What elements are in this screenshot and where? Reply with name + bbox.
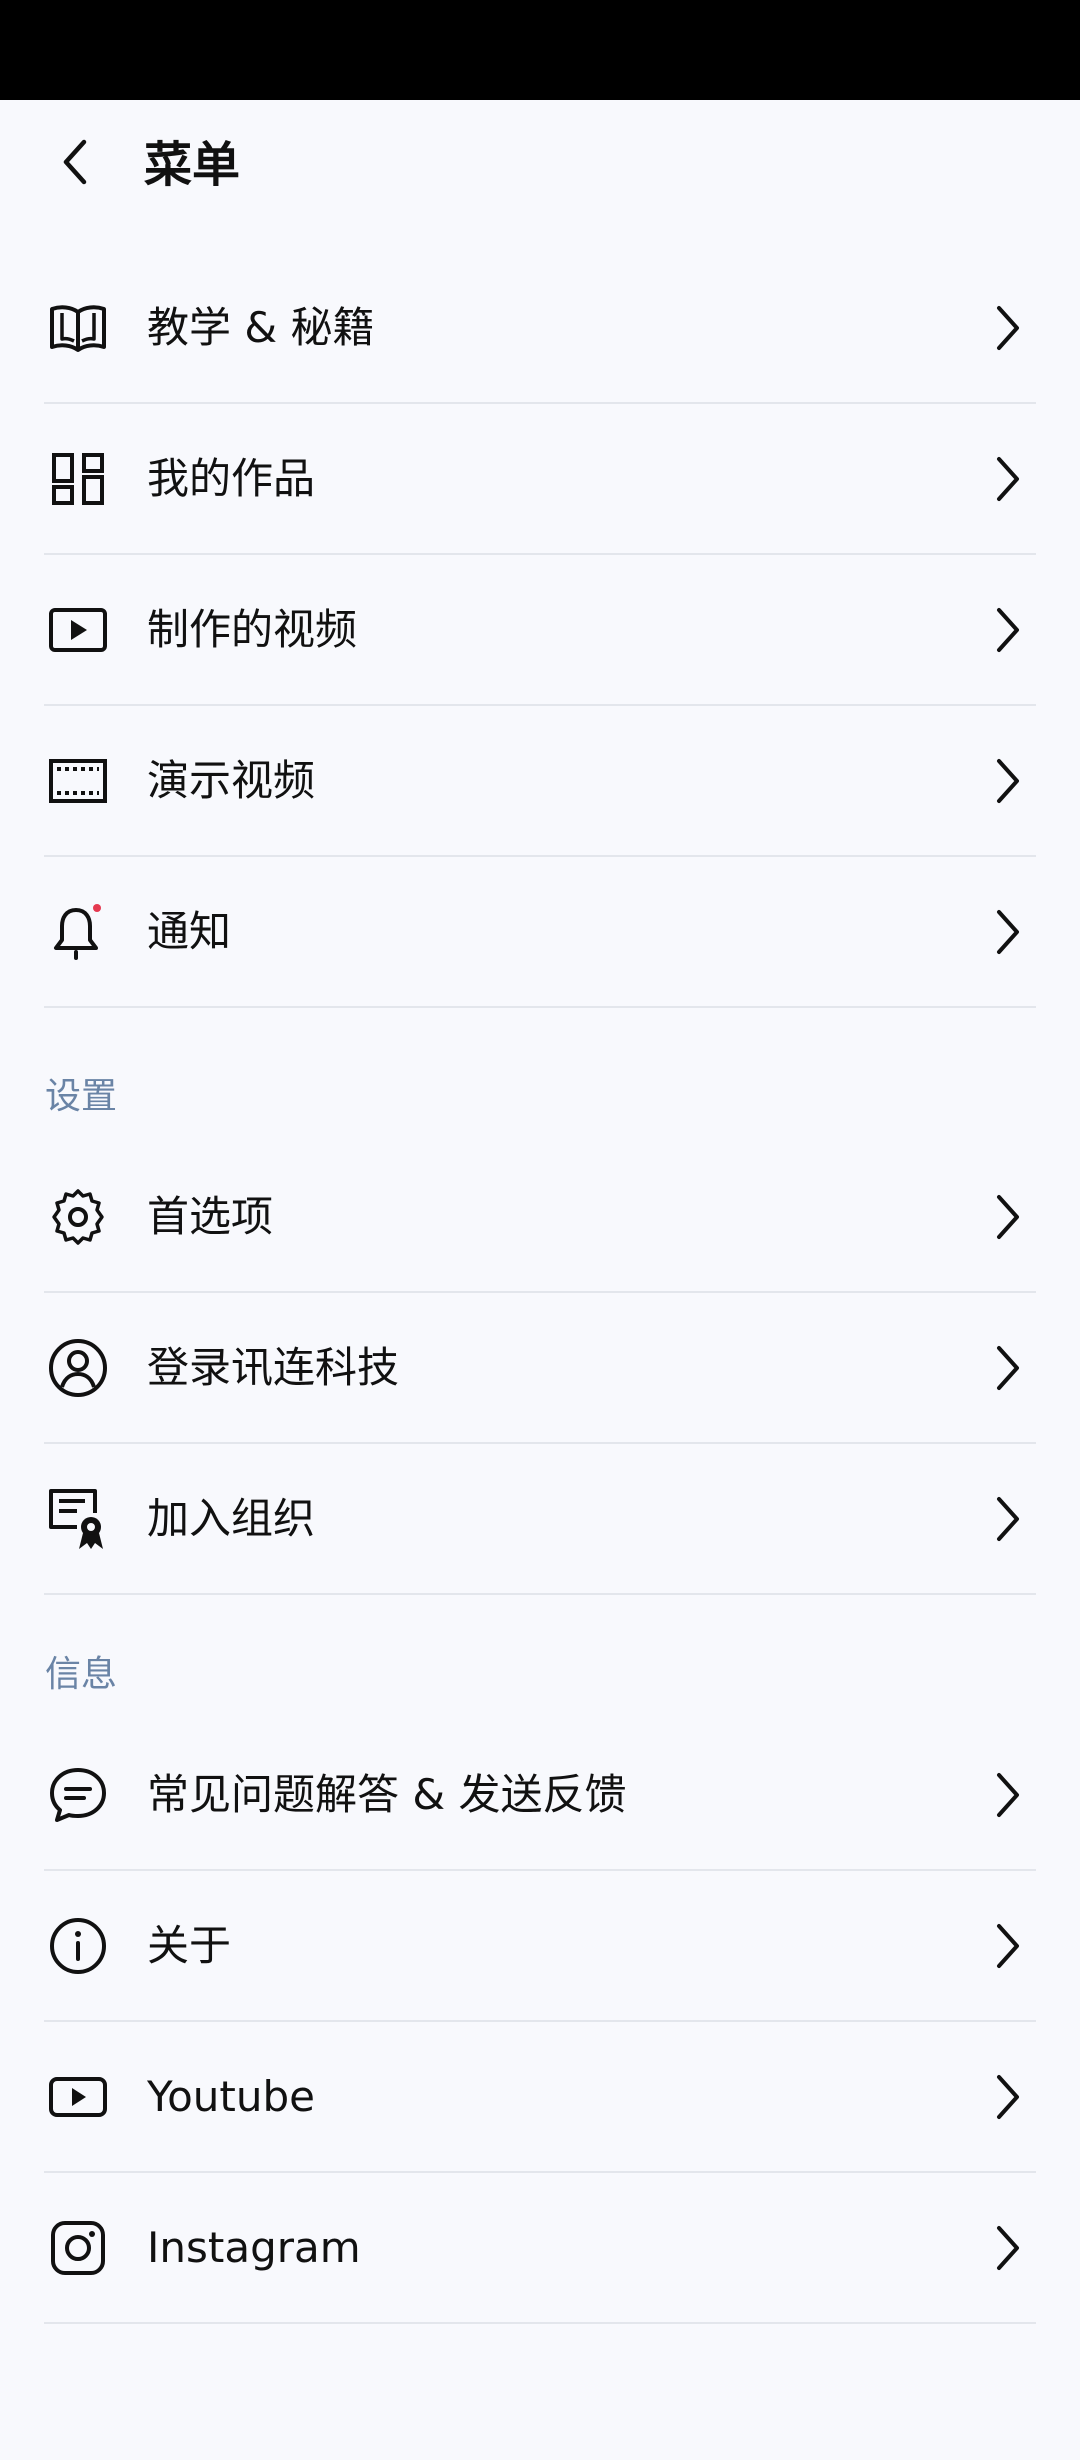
menu-item-label: 教学 & 秘籍 (147, 302, 375, 352)
menu-item-tutorials[interactable]: 教学 & 秘籍 (44, 253, 1036, 404)
user-circle-icon (44, 1334, 112, 1402)
menu-item-my-works[interactable]: 我的作品 (44, 404, 1036, 555)
info-section: 信息 常见问题解答 & 发送反馈 关于 Youtube Instagram (0, 1630, 1080, 2324)
chevron-right-icon (990, 604, 1026, 656)
section-header-info: 信息 (45, 1654, 118, 1695)
instagram-icon (44, 2214, 112, 2282)
page-title: 菜单 (144, 137, 241, 193)
menu-item-label: Youtube (147, 2071, 315, 2121)
section-header-settings: 设置 (45, 1076, 118, 1117)
chat-icon (44, 1761, 112, 1829)
certificate-icon (44, 1485, 112, 1553)
back-button[interactable] (44, 130, 108, 194)
chevron-right-icon (990, 906, 1026, 958)
menu-item-label: 演示视频 (147, 755, 316, 805)
chevron-right-icon (990, 1769, 1026, 1821)
menu-item-preferences[interactable]: 首选项 (44, 1142, 1036, 1293)
menu-item-notifications[interactable]: 通知 (44, 857, 1036, 1008)
menu-item-produced-videos[interactable]: 制作的视频 (44, 555, 1036, 706)
chevron-right-icon (990, 1191, 1026, 1243)
menu-item-demo-videos[interactable]: 演示视频 (44, 706, 1036, 857)
menu-item-label: 通知 (147, 906, 232, 956)
video-play-icon (44, 596, 112, 664)
book-icon (44, 294, 112, 362)
menu-item-label: Instagram (147, 2222, 361, 2272)
menu-item-faq-feedback[interactable]: 常见问题解答 & 发送反馈 (44, 1720, 1036, 1871)
chevron-right-icon (990, 2071, 1026, 2123)
menu-item-label: 我的作品 (147, 453, 316, 503)
menu-item-label: 登录讯连科技 (147, 1342, 400, 1392)
menu-item-label: 关于 (147, 1920, 232, 1970)
menu-item-login[interactable]: 登录讯连科技 (44, 1293, 1036, 1444)
menu-item-join-organization[interactable]: 加入组织 (44, 1444, 1036, 1595)
gear-icon (44, 1183, 112, 1251)
chevron-right-icon (990, 302, 1026, 354)
menu-item-instagram[interactable]: Instagram (44, 2173, 1036, 2324)
grid-icon (44, 445, 112, 513)
settings-section: 设置 首选项 登录讯连科技 加入组织 (0, 1052, 1080, 1595)
youtube-icon (44, 2063, 112, 2131)
chevron-right-icon (990, 1920, 1026, 1972)
main-menu: 教学 & 秘籍 我的作品 制作的视频 演示视频 通知 (0, 253, 1080, 1008)
header: 菜单 (0, 100, 1080, 230)
chevron-right-icon (990, 2222, 1026, 2274)
menu-item-label: 首选项 (147, 1191, 274, 1241)
film-icon (44, 747, 112, 815)
menu-item-about[interactable]: 关于 (44, 1871, 1036, 2022)
chevron-left-icon (63, 139, 87, 185)
chevron-right-icon (990, 1493, 1026, 1545)
chevron-right-icon (990, 755, 1026, 807)
chevron-right-icon (990, 1342, 1026, 1394)
bell-icon (44, 898, 112, 966)
menu-item-label: 常见问题解答 & 发送反馈 (147, 1769, 627, 1819)
notification-dot (93, 903, 101, 912)
status-bar (0, 0, 1080, 100)
menu-item-label: 加入组织 (147, 1493, 316, 1543)
info-icon (44, 1912, 112, 1980)
menu-item-youtube[interactable]: Youtube (44, 2022, 1036, 2173)
chevron-right-icon (990, 453, 1026, 505)
menu-item-label: 制作的视频 (147, 604, 358, 654)
